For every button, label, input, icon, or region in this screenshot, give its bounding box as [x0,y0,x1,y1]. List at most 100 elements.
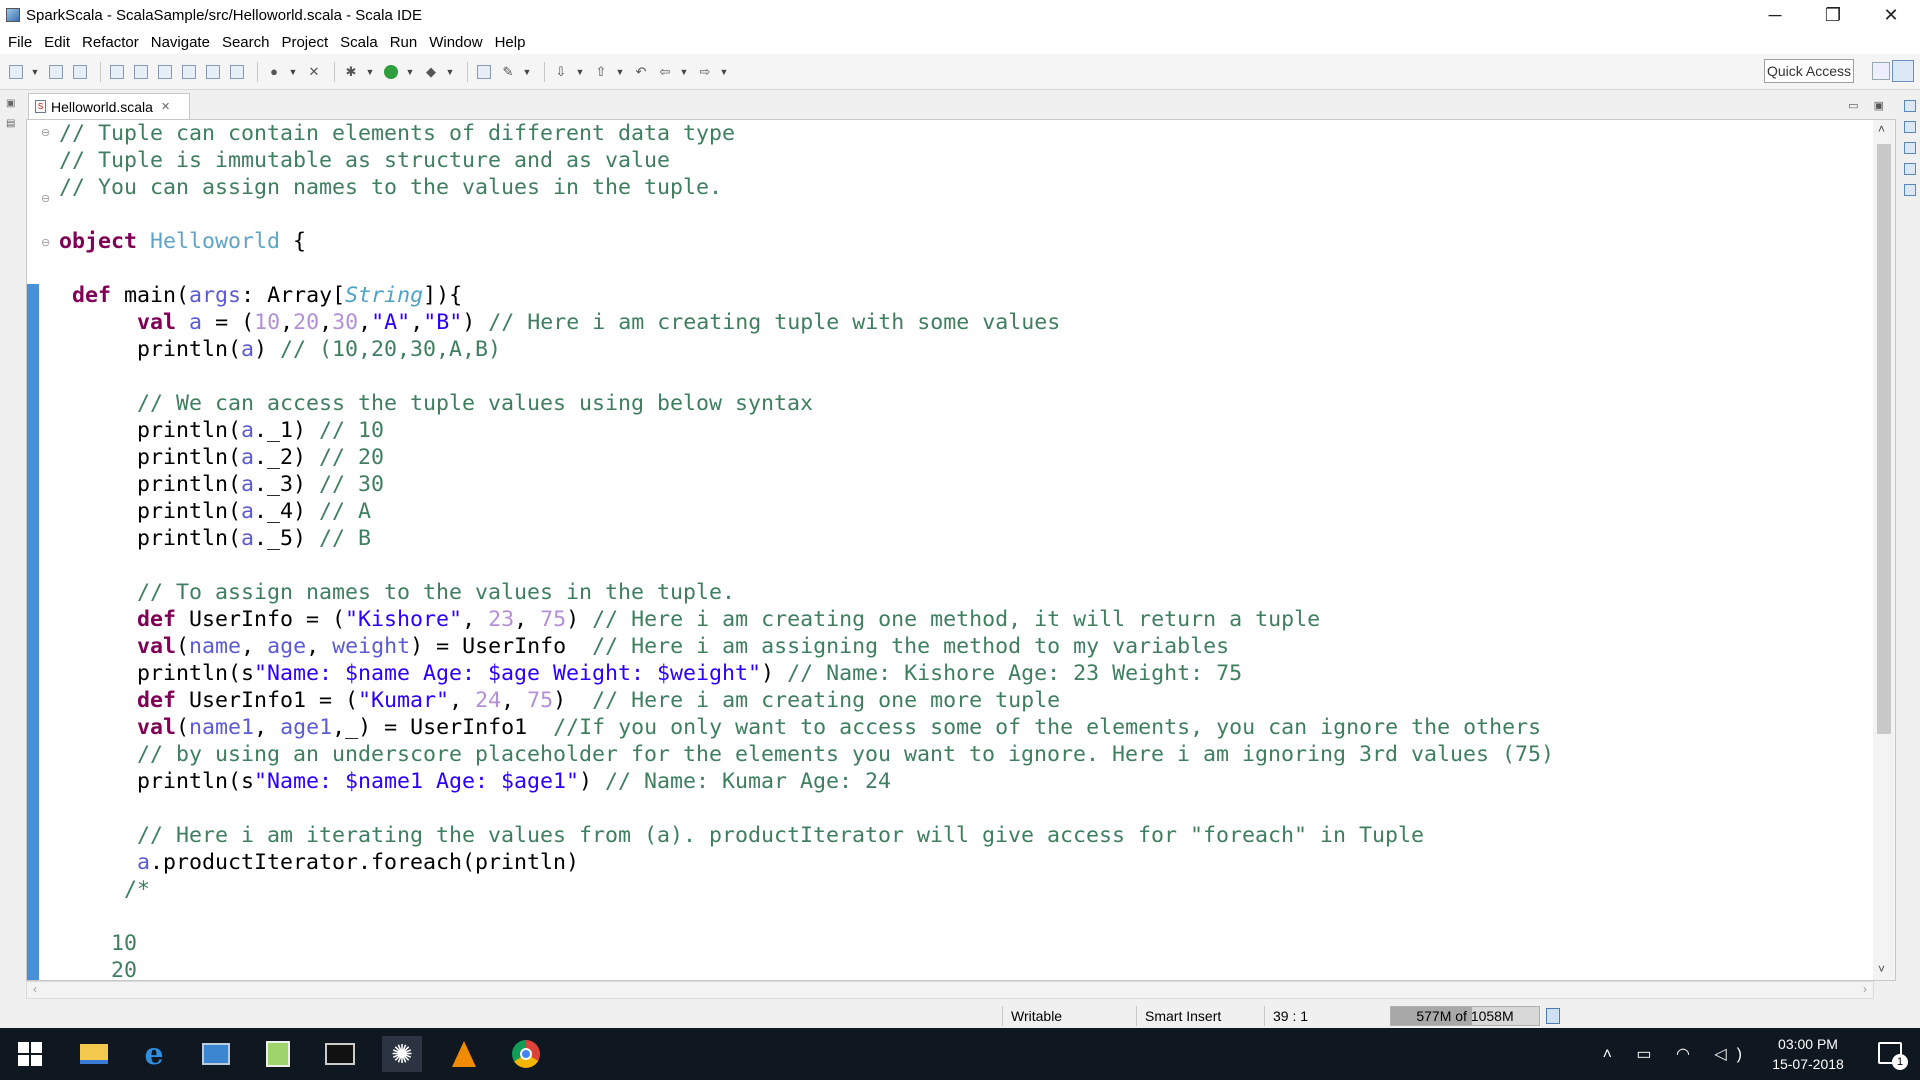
scrollbar-thumb[interactable] [1877,144,1891,734]
new-dropdown-icon[interactable]: ▼ [30,62,40,82]
next-annotation-dropdown-icon[interactable]: ▼ [575,62,585,82]
search-dropdown-icon[interactable]: ▼ [522,62,532,82]
open-perspective-icon[interactable] [1872,62,1890,80]
menu-window[interactable]: Window [423,34,488,51]
vertical-scrollbar[interactable]: ˄ ˅ [1873,120,1895,980]
restore-button[interactable]: ❐ [1804,0,1862,30]
task-list-icon[interactable] [1904,184,1916,196]
code-line: println(a._4) // A [59,499,372,524]
outline-view-icon[interactable] [1904,142,1916,154]
skip-breakpoints-icon[interactable]: ✕ [304,62,324,82]
scroll-left-icon[interactable]: ‹ [33,982,37,996]
menu-file[interactable]: File [2,34,38,51]
code-line: println(a._2) // 20 [59,445,385,470]
file-explorer-icon[interactable] [74,1036,114,1072]
status-insert-mode[interactable]: Smart Insert [1136,1006,1264,1026]
taskbar-clock[interactable]: 03:00 PM 15-07-2018 [1768,1034,1848,1074]
fold-collapse-icon[interactable]: ⊖ [41,192,50,205]
notepad-plus-icon[interactable] [258,1036,298,1072]
open-type-icon[interactable] [179,62,199,82]
external-tools-icon[interactable]: ◆ [421,62,441,82]
command-prompt-icon[interactable] [320,1036,360,1072]
back-dropdown-icon[interactable]: ▼ [679,62,689,82]
console-view-icon[interactable] [1904,163,1916,175]
vlc-icon[interactable] [444,1036,484,1072]
code-line: // by using an underscore placeholder fo… [59,742,1555,767]
new-icon[interactable] [6,62,26,82]
next-annotation-icon[interactable]: ⇩ [551,62,571,82]
menu-help[interactable]: Help [489,34,532,51]
debug-icon[interactable]: ● [264,62,284,82]
last-edit-location-icon[interactable]: ↶ [631,62,651,82]
network-app-icon[interactable] [196,1036,236,1072]
code-line: println(a) // (10,20,30,A,B) [59,337,502,362]
problems-view-icon[interactable] [1904,121,1916,133]
package-explorer-icon[interactable]: ▤ [6,118,18,130]
clock-date: 15-07-2018 [1772,1056,1844,1072]
run-dropdown-icon[interactable]: ▼ [405,62,415,82]
debug-bug-dropdown-icon[interactable]: ▼ [365,62,375,82]
open-folder-icon[interactable] [474,62,494,82]
scroll-down-icon[interactable]: ˅ [1878,962,1885,976]
toolbar-separator [334,61,335,82]
code-line: a.productIterator.foreach(println) [137,850,580,875]
close-button[interactable]: ✕ [1862,0,1920,30]
menu-project[interactable]: Project [275,34,334,51]
scroll-right-icon[interactable]: › [1863,982,1867,996]
code-line: def UserInfo = ("Kishore", 23, 75) // He… [137,607,1321,632]
internet-explorer-icon[interactable]: e [134,1036,174,1072]
restore-right-view-icon[interactable] [1904,100,1916,112]
editor-minimize-maximize-icons[interactable]: ▭ ▣ [1848,99,1890,112]
restore-view-icon[interactable]: ▣ [6,98,18,110]
scala-file-icon: S [35,100,46,113]
menu-bar: File Edit Refactor Navigate Search Proje… [0,30,1920,54]
show-whitespace-icon[interactable] [131,62,151,82]
tab-helloworld-scala[interactable]: S Helloworld.scala ✕ [28,93,190,119]
code-line: // To assign names to the values in the … [59,580,736,605]
code-line: // You can assign names to the values in… [59,175,723,200]
debug-dropdown-icon[interactable]: ▼ [288,62,298,82]
menu-search[interactable]: Search [216,34,276,51]
fold-collapse-icon[interactable]: ⊖ [41,236,50,249]
menu-navigate[interactable]: Navigate [145,34,216,51]
code-line: println(s"Name: $name1 Age: $age1") // N… [59,769,892,794]
save-icon[interactable] [46,62,66,82]
external-tools-dropdown-icon[interactable]: ▼ [445,62,455,82]
scala-perspective-icon[interactable] [1892,60,1914,82]
toggle-mark-occurrences-icon[interactable] [107,62,127,82]
run-icon[interactable] [381,62,401,82]
run-garbage-collector-icon[interactable] [1546,1008,1560,1024]
editor-tab-bar: S Helloworld.scala ✕ ▭ ▣ [26,93,1896,119]
previous-annotation-dropdown-icon[interactable]: ▼ [615,62,625,82]
horizontal-scrollbar[interactable]: ‹ › [26,981,1874,999]
chrome-icon[interactable] [506,1036,546,1072]
quick-access-field[interactable]: Quick Access [1764,59,1854,83]
system-tray-icons[interactable]: ˄ ▭ ◠ ◁) [1603,1044,1752,1064]
debug-bug-icon[interactable]: ✱ [341,62,361,82]
tab-close-icon[interactable]: ✕ [161,100,170,113]
menu-scala[interactable]: Scala [334,34,384,51]
search-icon[interactable]: ✎ [498,62,518,82]
forward-dropdown-icon[interactable]: ▼ [719,62,729,82]
action-center-icon[interactable]: 1 [1878,1042,1908,1070]
block-selection-icon[interactable] [155,62,175,82]
new-scala-object-icon[interactable] [203,62,223,82]
windows-start-icon[interactable] [18,1042,42,1066]
minimize-button[interactable]: ─ [1746,0,1804,30]
right-trim-stack [1900,90,1920,1028]
scala-ide-app-icon [6,8,20,22]
scroll-up-icon[interactable]: ˄ [1878,122,1885,136]
menu-run[interactable]: Run [384,34,424,51]
new-scala-class-icon[interactable] [227,62,247,82]
tab-label: Helloworld.scala [51,98,153,115]
save-all-icon[interactable] [70,62,90,82]
menu-refactor[interactable]: Refactor [76,34,145,51]
fold-collapse-icon[interactable]: ⊖ [41,126,50,139]
back-icon[interactable]: ⇦ [655,62,675,82]
forward-icon[interactable]: ⇨ [695,62,715,82]
code-editor[interactable]: ⊖ ⊖ ⊖ // Tuple can contain elements of d… [26,119,1896,981]
scala-ide-taskbar-icon[interactable]: ✺ [382,1036,422,1072]
menu-edit[interactable]: Edit [38,34,76,51]
previous-annotation-icon[interactable]: ⇧ [591,62,611,82]
notification-count-badge: 1 [1892,1054,1908,1070]
